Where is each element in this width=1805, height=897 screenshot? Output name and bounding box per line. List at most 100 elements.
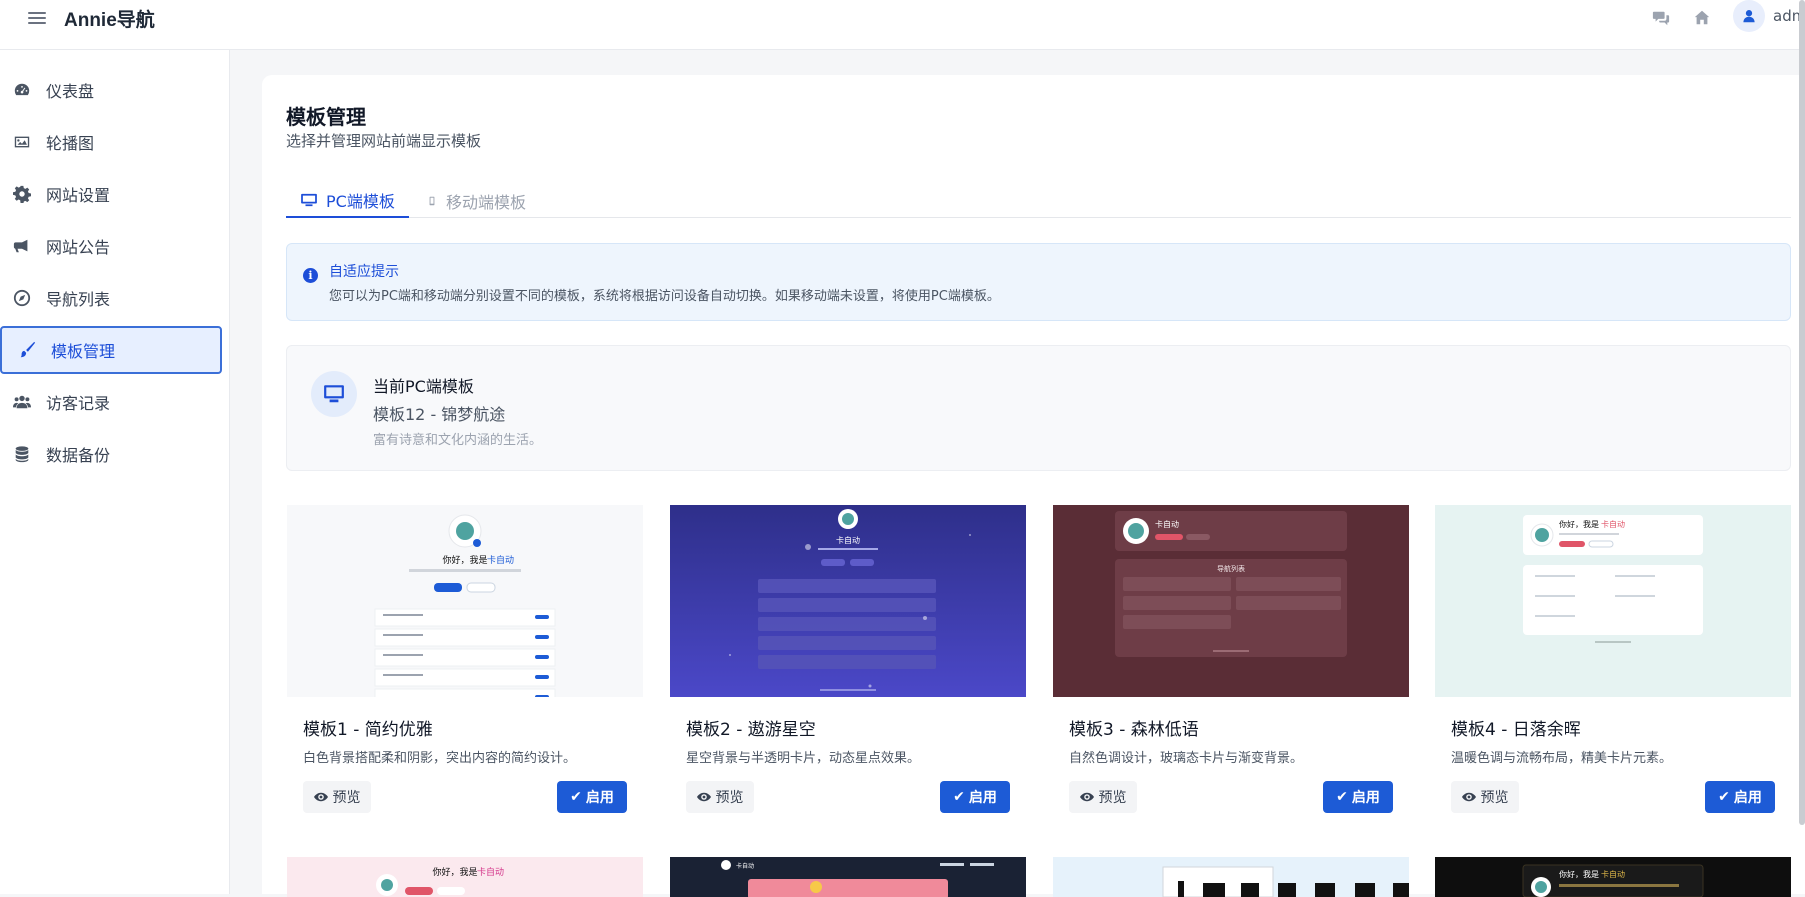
thumb-brand: 卡自动 xyxy=(1601,519,1625,529)
eye-icon xyxy=(1461,792,1476,802)
gear-icon xyxy=(13,185,31,203)
current-template-desc: 富有诗意和文化内涵的生活。 xyxy=(373,433,543,448)
enable-label: 启用 xyxy=(968,790,997,806)
user-icon xyxy=(1743,10,1755,23)
preview-label: 预览 xyxy=(715,790,744,806)
template-name: 模板1 - 简约优雅 xyxy=(303,720,433,740)
thumb-hello: 你好，我是 xyxy=(1559,519,1599,529)
template-thumbnail[interactable]: 你好，我是 卡自动 xyxy=(287,505,643,697)
thumb-brand: 卡自动 xyxy=(487,554,514,566)
enable-button[interactable]: ✔ 启用 xyxy=(557,781,627,813)
sidebar: 仪表盘 轮播图 网站设置 网站公告 导航列表 模板管理 访客记录 数据备份 xyxy=(0,50,230,894)
thumb-hello: 你好，我是 xyxy=(432,866,477,878)
sidebar-item-label: 导航列表 xyxy=(46,290,111,309)
sidebar-item-data-backup[interactable]: 数据备份 xyxy=(0,430,222,478)
megaphone-icon xyxy=(13,239,28,253)
template-thumbnail[interactable]: 你好，我是 卡自动 xyxy=(1435,505,1791,697)
users-icon xyxy=(13,395,31,409)
template-desc: 自然色调设计，玻璃态卡片与渐变背景。 xyxy=(1069,751,1304,766)
sidebar-item-visitor-log[interactable]: 访客记录 xyxy=(0,378,222,426)
eye-icon xyxy=(313,792,328,802)
template-thumbnail[interactable]: 你好，我是 卡自动 xyxy=(1435,857,1791,897)
adaptive-tip-alert: i 自适应提示 您可以为PC端和移动端分别设置不同的模板，系统将根据访问设备自动… xyxy=(286,243,1791,321)
preview-label: 预览 xyxy=(1098,790,1127,806)
thumb-brand: 卡自动 xyxy=(1601,869,1625,879)
template-thumbnail[interactable]: 卡自动 xyxy=(670,505,1026,697)
template-thumbnail[interactable]: 卡自动 导航列表 xyxy=(1053,505,1409,697)
template-thumbnail[interactable] xyxy=(1053,857,1409,897)
check-icon: ✔ xyxy=(570,789,582,805)
thumb-hello: 你好，我是 xyxy=(1559,869,1599,879)
template-desc: 温暖色调与流畅布局，精美卡片元素。 xyxy=(1451,751,1673,766)
sidebar-item-label: 网站公告 xyxy=(46,238,111,257)
template-card: 卡自动 导航列表 模板3 - 森林低语 自然色调设计，玻璃态卡片与渐变背景。 预… xyxy=(1053,505,1409,820)
template-name: 模板3 - 森林低语 xyxy=(1069,720,1199,740)
sidebar-item-nav-list[interactable]: 导航列表 xyxy=(0,274,222,322)
compass-icon xyxy=(13,289,31,307)
menu-icon[interactable] xyxy=(28,9,46,25)
page-title: 模板管理 xyxy=(286,105,366,129)
sidebar-item-label: 轮播图 xyxy=(46,134,95,153)
current-template-label: 当前PC端模板 xyxy=(373,377,474,396)
preview-label: 预览 xyxy=(332,790,361,806)
check-icon: ✔ xyxy=(1718,789,1730,805)
thumb-brand: 卡自动 xyxy=(736,862,754,870)
check-icon: ✔ xyxy=(1336,789,1348,805)
sidebar-item-label: 仪表盘 xyxy=(46,82,95,101)
template-name: 模板4 - 日落余晖 xyxy=(1451,720,1581,740)
eye-icon xyxy=(1079,792,1094,802)
alert-body: 您可以为PC端和移动端分别设置不同的模板，系统将根据访问设备自动切换。如果移动端… xyxy=(329,289,1000,304)
scrollbar[interactable] xyxy=(1799,0,1805,825)
paintbrush-icon xyxy=(20,341,36,358)
sidebar-item-carousel[interactable]: 轮播图 xyxy=(0,118,222,166)
current-template-panel: 当前PC端模板 模板12 - 锦梦航途 富有诗意和文化内涵的生活。 xyxy=(286,345,1791,471)
comments-icon[interactable] xyxy=(1652,9,1670,27)
database-icon xyxy=(15,446,29,463)
image-icon xyxy=(14,136,30,148)
sidebar-item-announcement[interactable]: 网站公告 xyxy=(0,222,222,270)
enable-label: 启用 xyxy=(585,790,614,806)
avatar[interactable] xyxy=(1733,0,1765,32)
template-thumbnail[interactable]: 你好，我是 卡自动 xyxy=(287,857,643,897)
alert-title: 自适应提示 xyxy=(329,264,399,280)
enable-label: 启用 xyxy=(1351,790,1380,806)
page-subtitle: 选择并管理网站前端显示模板 xyxy=(286,132,482,150)
preview-button[interactable]: 预览 xyxy=(1069,781,1137,813)
preview-label: 预览 xyxy=(1480,790,1509,806)
thumb-brand: 卡自动 xyxy=(1155,519,1179,529)
template-desc: 白色背景搭配柔和阴影，突出内容的简约设计。 xyxy=(303,751,577,766)
info-icon: i xyxy=(303,268,318,283)
sidebar-item-label: 数据备份 xyxy=(46,446,111,465)
home-icon[interactable] xyxy=(1693,9,1711,27)
sidebar-item-dashboard[interactable]: 仪表盘 xyxy=(0,66,222,114)
preview-button[interactable]: 预览 xyxy=(1451,781,1519,813)
top-bar: Annie导航 adm xyxy=(0,0,1805,50)
enable-button[interactable]: ✔ 启用 xyxy=(1323,781,1393,813)
brand-title[interactable]: Annie导航 xyxy=(64,5,155,32)
enable-button[interactable]: ✔ 启用 xyxy=(940,781,1010,813)
template-name: 模板2 - 遨游星空 xyxy=(686,720,816,740)
sidebar-item-label: 访客记录 xyxy=(46,394,111,413)
desktop-icon xyxy=(301,193,317,206)
check-icon: ✔ xyxy=(953,789,965,805)
sidebar-item-site-settings[interactable]: 网站设置 xyxy=(0,170,222,218)
enable-button[interactable]: ✔ 启用 xyxy=(1705,781,1775,813)
tab-label: 移动端模板 xyxy=(446,192,527,212)
preview-button[interactable]: 预览 xyxy=(686,781,754,813)
eye-icon xyxy=(696,792,711,802)
desktop-icon xyxy=(311,371,357,417)
preview-button[interactable]: 预览 xyxy=(303,781,371,813)
tab-pc-templates[interactable]: PC端模板 xyxy=(286,183,409,218)
template-card: 你好，我是 卡自动 模板1 - 简约优雅 白色背景搭配柔和阴影，突出内容的简约设… xyxy=(287,505,643,820)
template-thumbnail[interactable]: 卡自动 xyxy=(670,857,1026,897)
thumb-brand: 卡自动 xyxy=(477,866,504,878)
template-desc: 星空背景与半透明卡片，动态星点效果。 xyxy=(686,751,921,766)
tab-label: PC端模板 xyxy=(326,191,395,211)
sidebar-item-template-manage[interactable]: 模板管理 xyxy=(0,326,222,374)
thumb-brand: 卡自动 xyxy=(836,535,860,545)
template-card: 卡自动 模板2 - 遨游星空 星空背景与半透明卡片，动态星点效果。 预览 ✔ 启用 xyxy=(670,505,1026,820)
current-template-name: 模板12 - 锦梦航途 xyxy=(373,405,506,424)
tab-mobile-templates[interactable]: 移动端模板 xyxy=(412,183,540,218)
sidebar-item-label: 模板管理 xyxy=(51,342,116,361)
enable-label: 启用 xyxy=(1733,790,1762,806)
